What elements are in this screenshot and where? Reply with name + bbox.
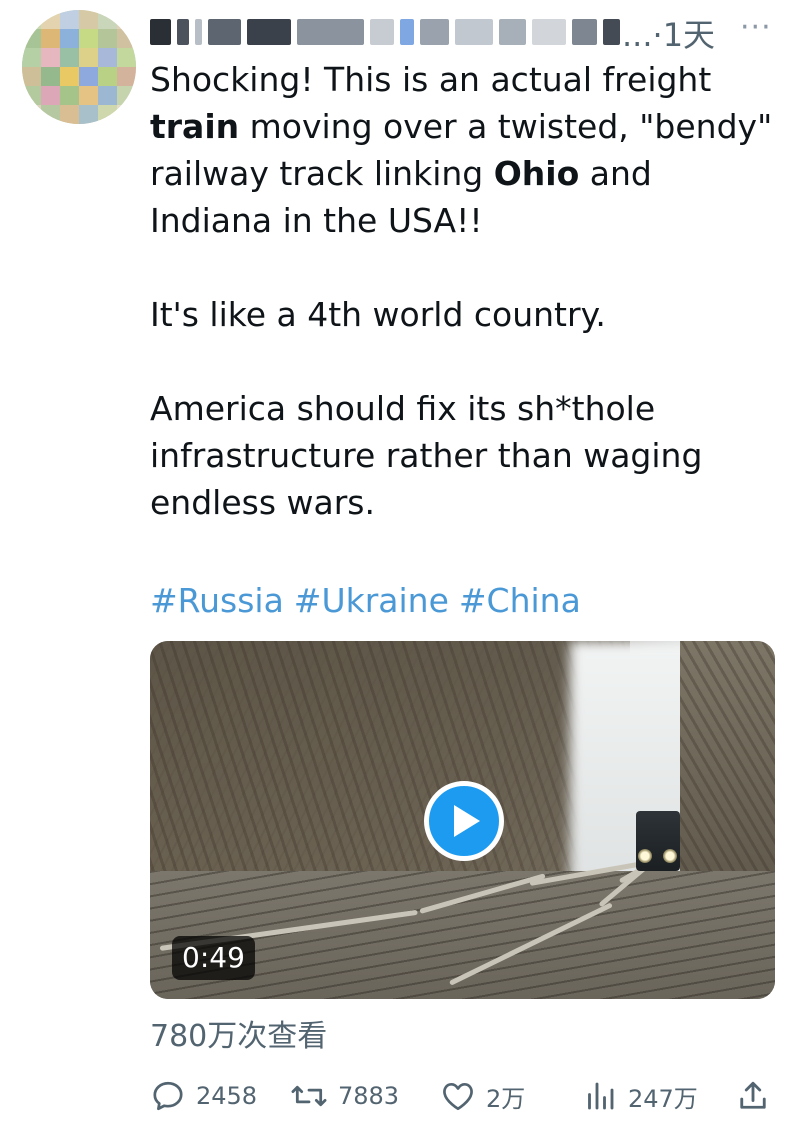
play-button[interactable] bbox=[424, 781, 504, 861]
reply-button[interactable]: 2458 bbox=[150, 1074, 257, 1118]
video-duration: 0:49 bbox=[172, 936, 255, 980]
reply-icon bbox=[150, 1078, 186, 1114]
tweet-paragraph: It's like a 4th world country. bbox=[150, 291, 780, 338]
view-count: 780万次查看 bbox=[150, 1019, 328, 1054]
reply-count: 2458 bbox=[196, 1082, 258, 1110]
play-icon bbox=[454, 805, 480, 837]
retweet-count: 7883 bbox=[338, 1082, 400, 1110]
hashtags: #Russia #Ukraine #China bbox=[150, 577, 591, 624]
bold-text-segment: train bbox=[150, 107, 240, 146]
analytics-count: 247万 bbox=[628, 1084, 698, 1113]
video-player[interactable]: 0:49 bbox=[150, 641, 775, 999]
heart-icon bbox=[440, 1078, 476, 1114]
share-button[interactable] bbox=[735, 1074, 771, 1118]
video-frame-train bbox=[636, 811, 680, 871]
text-segment: Shocking! This is an actual freight bbox=[150, 60, 722, 99]
share-icon bbox=[735, 1078, 771, 1114]
tweet-paragraph: America should fix its sh*thole infrastr… bbox=[150, 385, 780, 526]
like-count: 2万 bbox=[486, 1084, 526, 1113]
text-segment: moving over a twisted, "bendy" railway t… bbox=[150, 107, 783, 193]
analytics-icon bbox=[582, 1078, 618, 1114]
hashtag-link[interactable]: #Russia bbox=[150, 581, 284, 620]
text-segment: America should fix its sh*thole infrastr… bbox=[150, 389, 713, 522]
retweet-button[interactable]: 7883 bbox=[290, 1074, 399, 1118]
timestamp[interactable]: ...·1天 bbox=[622, 10, 715, 56]
tweet-paragraph: Shocking! This is an actual freight trai… bbox=[150, 56, 780, 244]
action-bar: 2458 7883 2万 247万 bbox=[150, 1074, 775, 1118]
more-horizontal-icon[interactable]: ··· bbox=[740, 10, 772, 45]
bold-text-segment: Ohio bbox=[493, 154, 580, 193]
video-frame-trees bbox=[150, 641, 630, 901]
hashtag-link[interactable]: #Ukraine bbox=[294, 581, 449, 620]
analytics-button[interactable]: 247万 bbox=[582, 1074, 698, 1118]
avatar[interactable] bbox=[22, 10, 136, 124]
retweet-icon bbox=[290, 1078, 328, 1114]
like-button[interactable]: 2万 bbox=[440, 1074, 525, 1118]
text-segment: It's like a 4th world country. bbox=[150, 295, 606, 334]
author-name-redacted[interactable] bbox=[150, 14, 620, 50]
tweet-text: Shocking! This is an actual freight trai… bbox=[150, 56, 780, 526]
hashtag-link[interactable]: #China bbox=[459, 581, 581, 620]
